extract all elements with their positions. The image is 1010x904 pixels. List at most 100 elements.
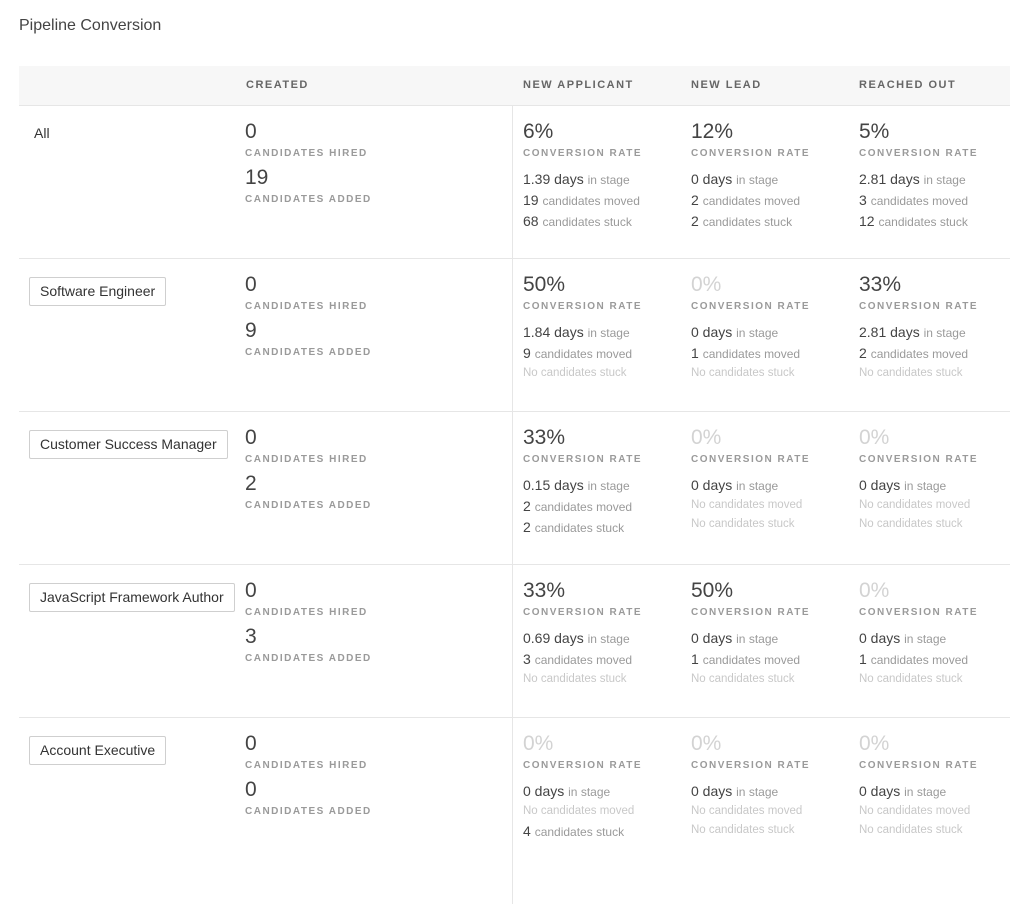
days-in-stage: 0 days in stage <box>523 781 683 802</box>
job-filter-button[interactable]: Software Engineer <box>29 277 167 306</box>
stage-cell: 33% CONVERSION RATE 2.81 days in stage 2 … <box>859 273 1010 383</box>
in-stage-label: in stage <box>736 173 779 187</box>
conversion-rate-value: 0% <box>691 732 722 755</box>
days-in-stage: 0.15 days in stage <box>523 475 683 496</box>
moved-count: 9 <box>523 345 531 361</box>
candidates-moved: 2 candidates moved <box>691 190 851 211</box>
no-candidates-stuck: No candidates stuck <box>859 367 963 379</box>
candidates-moved: 1 candidates moved <box>859 649 1010 670</box>
in-stage-label: in stage <box>587 173 630 187</box>
days-value: 0 days <box>691 630 733 646</box>
stuck-count: 68 <box>523 213 539 229</box>
conversion-rate-label: CONVERSION RATE <box>859 607 978 618</box>
candidates-added-count: 19 <box>245 166 269 189</box>
days-in-stage: 0 days in stage <box>691 169 851 190</box>
stuck-count: 12 <box>859 213 875 229</box>
stage-cell: 12% CONVERSION RATE 0 days in stage 2 can… <box>691 120 851 232</box>
page-title: Pipeline Conversion <box>19 17 162 34</box>
candidates-hired-count: 0 <box>245 426 257 449</box>
table-row: JavaScript Framework Author 0 CANDIDATES… <box>19 565 1010 718</box>
conversion-rate-label: CONVERSION RATE <box>859 760 978 771</box>
candidates-moved-label: candidates moved <box>534 653 633 667</box>
candidates-hired-label: CANDIDATES HIRED <box>245 607 368 618</box>
days-value: 0.15 days <box>523 477 584 493</box>
candidates-moved: 2 candidates moved <box>859 343 1010 364</box>
created-cell: 0 CANDIDATES HIRED 0 CANDIDATES ADDED <box>245 732 372 817</box>
no-candidates-stuck: No candidates stuck <box>859 824 963 836</box>
conversion-rate-label: CONVERSION RATE <box>691 301 810 312</box>
conversion-rate-label: CONVERSION RATE <box>691 454 810 465</box>
days-in-stage: 0 days in stage <box>859 781 1010 802</box>
row-label-all: All <box>34 125 50 141</box>
days-in-stage: 0 days in stage <box>691 628 851 649</box>
conversion-rate-label: CONVERSION RATE <box>691 607 810 618</box>
candidates-moved: 3 candidates moved <box>859 190 1010 211</box>
stage-cell: 0% CONVERSION RATE 0 days in stage No can… <box>691 732 851 840</box>
table-body: All 0 CANDIDATES HIRED 19 CANDIDATES ADD… <box>19 106 1010 904</box>
candidates-moved-label: candidates moved <box>870 194 969 208</box>
conversion-rate-label: CONVERSION RATE <box>859 454 978 465</box>
candidates-moved: 19 candidates moved <box>523 190 683 211</box>
in-stage-label: in stage <box>904 785 947 799</box>
column-header-new-applicant: NEW APPLICANT <box>523 79 634 91</box>
candidates-moved-label: candidates moved <box>702 347 801 361</box>
in-stage-label: in stage <box>587 632 630 646</box>
days-in-stage: 0.69 days in stage <box>523 628 683 649</box>
conversion-rate-label: CONVERSION RATE <box>523 301 642 312</box>
candidates-stuck-label: candidates stuck <box>702 215 793 229</box>
no-candidates-stuck: No candidates stuck <box>523 673 627 685</box>
conversion-rate-value: 0% <box>859 732 890 755</box>
candidates-stuck-label: candidates stuck <box>878 215 968 229</box>
job-filter-button[interactable]: Account Executive <box>29 736 167 765</box>
days-in-stage: 0 days in stage <box>691 781 851 802</box>
moved-count: 19 <box>523 192 539 208</box>
moved-count: 3 <box>523 651 531 667</box>
conversion-rate-value: 0% <box>691 273 722 296</box>
created-cell: 0 CANDIDATES HIRED 2 CANDIDATES ADDED <box>245 426 372 511</box>
candidates-stuck-label: candidates stuck <box>534 521 625 535</box>
in-stage-label: in stage <box>736 326 779 340</box>
stage-cell: 5% CONVERSION RATE 2.81 days in stage 3 c… <box>859 120 1010 232</box>
job-filter-button[interactable]: JavaScript Framework Author <box>29 583 235 612</box>
moved-count: 1 <box>859 651 867 667</box>
column-header-reached-out: REACHED OUT <box>859 79 957 91</box>
stage-cell: 0% CONVERSION RATE 0 days in stage No can… <box>691 426 851 534</box>
conversion-rate-label: CONVERSION RATE <box>859 301 978 312</box>
days-value: 2.81 days <box>859 324 920 340</box>
days-value: 0.69 days <box>523 630 584 646</box>
in-stage-label: in stage <box>587 326 630 340</box>
conversion-rate-value: 0% <box>523 732 554 755</box>
conversion-rate-value: 5% <box>859 120 890 143</box>
days-in-stage: 2.81 days in stage <box>859 169 1010 190</box>
stage-cell: 0% CONVERSION RATE 0 days in stage No can… <box>859 732 1010 840</box>
candidates-moved-label: candidates moved <box>542 194 640 208</box>
candidates-hired-label: CANDIDATES HIRED <box>245 454 368 465</box>
no-candidates-moved: No candidates moved <box>859 805 971 817</box>
candidates-moved-label: candidates moved <box>534 500 633 514</box>
days-in-stage: 0 days in stage <box>859 475 1010 496</box>
days-in-stage: 2.81 days in stage <box>859 322 1010 343</box>
candidates-moved-label: candidates moved <box>870 347 969 361</box>
no-candidates-stuck: No candidates stuck <box>859 518 963 530</box>
candidates-moved: 1 candidates moved <box>691 343 851 364</box>
stuck-count: 2 <box>523 519 531 535</box>
no-candidates-moved: No candidates moved <box>691 499 803 511</box>
stage-cell: 0% CONVERSION RATE 0 days in stage 1 cand… <box>691 273 851 383</box>
table-header: CREATED NEW APPLICANT NEW LEAD REACHED O… <box>19 66 1010 106</box>
days-in-stage: 0 days in stage <box>691 475 851 496</box>
candidates-hired-label: CANDIDATES HIRED <box>245 148 368 159</box>
stage-cell: 50% CONVERSION RATE 1.84 days in stage 9 … <box>523 273 683 383</box>
conversion-rate-label: CONVERSION RATE <box>523 148 642 159</box>
days-value: 0 days <box>691 171 733 187</box>
days-in-stage: 1.84 days in stage <box>523 322 683 343</box>
candidates-stuck: 12 candidates stuck <box>859 211 1010 232</box>
in-stage-label: in stage <box>904 632 947 646</box>
in-stage-label: in stage <box>736 632 779 646</box>
conversion-rate-value: 33% <box>859 273 902 296</box>
candidates-added-label: CANDIDATES ADDED <box>245 653 372 664</box>
candidates-added-label: CANDIDATES ADDED <box>245 806 372 817</box>
job-filter-button[interactable]: Customer Success Manager <box>29 430 228 459</box>
candidates-added-label: CANDIDATES ADDED <box>245 347 372 358</box>
days-value: 1.84 days <box>523 324 584 340</box>
days-value: 0 days <box>691 477 733 493</box>
